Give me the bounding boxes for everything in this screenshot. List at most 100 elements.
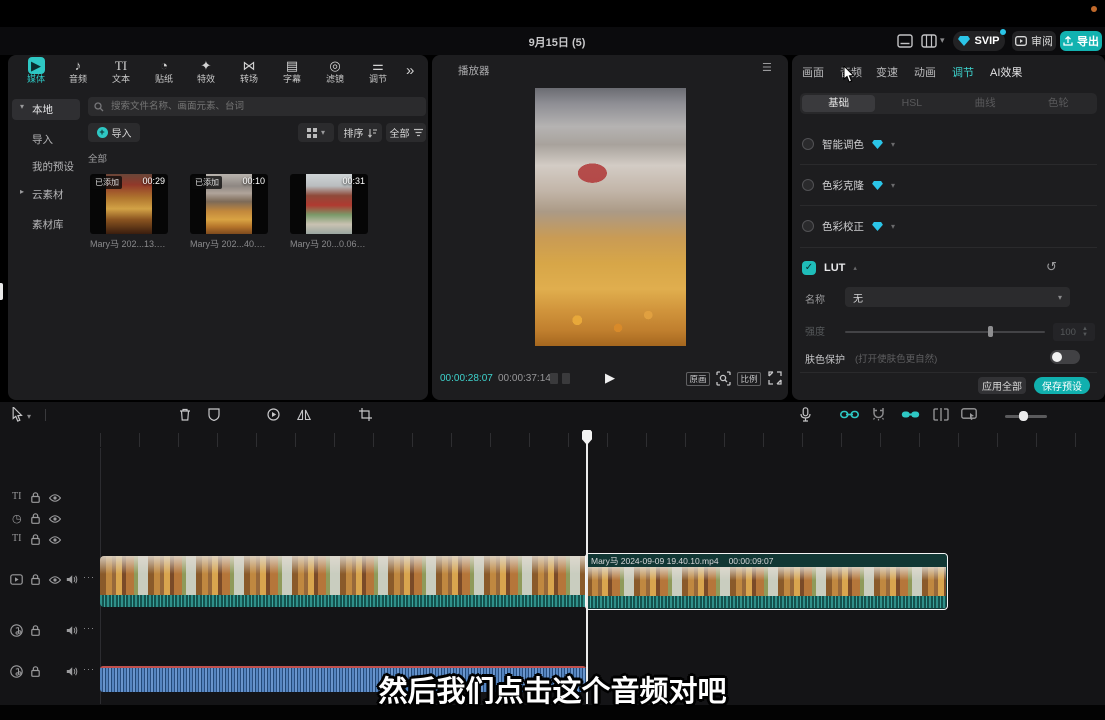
media-card[interactable]: 已添加 00:29 Mary马 202...13.01.mp4 (90, 174, 168, 248)
search-bar[interactable] (88, 97, 426, 116)
player-menu-icon[interactable]: ☰ (762, 61, 772, 74)
tool-filters[interactable]: ◎ 滤镜 (314, 57, 356, 89)
row-smart-color[interactable]: 智能调色 ▾ (802, 136, 1095, 152)
sidebar-item-my-presets[interactable]: 我的预设 (12, 156, 80, 177)
video-clip[interactable] (100, 556, 586, 607)
mirror-icon[interactable] (297, 408, 311, 421)
sidebar-item-import[interactable]: 导入 (12, 129, 80, 150)
timeline-zoom-knob[interactable] (1019, 411, 1028, 421)
tool-text[interactable]: TI 文本 (100, 57, 142, 89)
eye-icon[interactable] (49, 515, 61, 523)
lock-icon[interactable] (31, 492, 40, 503)
preview-axis-icon[interactable] (933, 408, 949, 421)
track-more-icon[interactable]: ··· (83, 623, 95, 633)
review-button[interactable]: 审阅 (1012, 31, 1056, 51)
caret-down-icon: ▾ (1058, 293, 1062, 302)
color-correction-toggle[interactable] (802, 220, 814, 232)
tab-picture[interactable]: 画面 (802, 64, 824, 80)
video-preview[interactable] (535, 88, 686, 346)
select-tool-icon[interactable] (12, 407, 24, 422)
tool-audio[interactable]: ♪ 音频 (57, 57, 99, 89)
lut-strength-slider-handle[interactable] (988, 326, 993, 337)
layout-caret-icon[interactable]: ▾ (940, 35, 945, 46)
fullscreen-icon[interactable] (768, 371, 782, 385)
lut-name-label: 名称 (805, 291, 825, 306)
focus-zoom-icon[interactable] (716, 371, 731, 386)
tool-captions[interactable]: ▤ 字幕 (271, 57, 313, 89)
tool-adjust[interactable]: ⚌ 调节 (357, 57, 399, 89)
subtab-curves[interactable]: 曲线 (949, 95, 1022, 112)
apply-all-button[interactable]: 应用全部 (978, 377, 1026, 394)
lut-reset-icon[interactable]: ↺ (1046, 259, 1057, 275)
auto-snap-icon[interactable] (871, 407, 886, 421)
save-preset-button[interactable]: 保存预设 (1034, 377, 1090, 394)
subtab-basic[interactable]: 基础 (802, 95, 875, 112)
tool-transitions[interactable]: ⋈ 转场 (228, 57, 270, 89)
tab-adjust[interactable]: 调节 (952, 64, 974, 80)
sidebar-item-library[interactable]: 素材库 (12, 214, 80, 235)
media-thumbnail: 已添加 00:29 (90, 174, 168, 234)
caret-down-icon: ▾ (891, 181, 895, 190)
tab-ai-effects[interactable]: AI效果 (990, 64, 1022, 80)
workspace-layout-icon[interactable] (921, 34, 937, 48)
skin-protect-toggle[interactable] (1050, 350, 1080, 364)
filters-icon: ◎ (314, 57, 356, 74)
subtab-hsl[interactable]: HSL (875, 95, 948, 112)
smart-color-toggle[interactable] (802, 138, 814, 150)
export-button[interactable]: 导出 (1060, 31, 1102, 51)
selected-video-clip[interactable]: Mary马 2024-09-09 19.40.10.mp4 00:00:09:0… (585, 553, 948, 610)
eye-icon[interactable] (49, 576, 61, 584)
lock-icon[interactable] (31, 534, 40, 545)
track-more-icon[interactable]: ··· (83, 572, 95, 582)
row-color-correction[interactable]: 色彩校正 ▾ (802, 218, 1095, 234)
main-track-magnet-icon[interactable] (840, 408, 859, 421)
lock-icon[interactable] (31, 574, 40, 585)
lock-icon[interactable] (31, 625, 40, 636)
lut-strength-value-box[interactable]: 100 ▲▼ (1053, 323, 1095, 341)
screen-preview-icon[interactable] (961, 408, 977, 421)
media-card[interactable]: 已添加 00:10 Mary马 202...40.10.mp4 (190, 174, 268, 248)
tab-animation[interactable]: 动画 (914, 64, 936, 80)
crop-icon[interactable] (359, 408, 372, 421)
more-tools-icon[interactable]: » (406, 62, 414, 79)
sort-button[interactable]: 排序 (338, 123, 382, 142)
stepper-icon[interactable]: ▲▼ (1082, 326, 1088, 338)
search-input[interactable] (109, 100, 409, 113)
eye-icon[interactable] (49, 494, 61, 502)
caret-down-icon: ▾ (891, 222, 895, 231)
subtab-color-wheel[interactable]: 色轮 (1022, 95, 1095, 112)
media-card[interactable]: 00:31 Mary马 20...0.06.mp4 (290, 174, 368, 248)
speaker-icon[interactable] (66, 574, 78, 585)
color-clone-toggle[interactable] (802, 179, 814, 191)
quality-button[interactable]: 原画 (686, 372, 710, 386)
sidebar-item-local[interactable]: ▾ 本地 (12, 99, 80, 120)
lut-checkbox[interactable]: ✓ (802, 261, 816, 275)
svip-notification-dot (1000, 29, 1006, 35)
tool-sticker[interactable]: ◔ 贴纸 (143, 57, 185, 89)
eye-icon[interactable] (49, 536, 61, 544)
timeline-ruler[interactable] (100, 433, 1105, 447)
import-button[interactable]: + 导入 (88, 123, 140, 142)
delete-icon[interactable] (179, 408, 191, 421)
tool-effects[interactable]: ✦ 特效 (185, 57, 227, 89)
lock-icon[interactable] (31, 513, 40, 524)
ratio-button[interactable]: 比例 (737, 372, 761, 386)
player-layout-icon[interactable] (897, 34, 913, 48)
record-voiceover-icon[interactable] (800, 407, 811, 422)
sidebar-item-cloud[interactable]: ▸ 云素材 (12, 184, 80, 205)
playhead-line[interactable] (586, 442, 588, 704)
linkage-icon[interactable] (901, 408, 920, 421)
speed-icon[interactable] (267, 408, 280, 421)
select-tool-caret-icon[interactable]: ▾ (27, 408, 31, 426)
speaker-icon[interactable] (66, 625, 78, 636)
row-color-clone[interactable]: 色彩克隆 ▾ (802, 177, 1095, 193)
lut-name-select[interactable]: 无 ▾ (845, 287, 1070, 307)
filter-button[interactable]: 全部 (386, 123, 426, 142)
view-mode-selector[interactable]: ▾ (298, 123, 334, 142)
lut-strength-slider[interactable] (845, 331, 1045, 333)
play-button[interactable]: ▶ (605, 370, 615, 386)
tool-media[interactable]: ▶ 媒体 (15, 57, 57, 89)
mask-icon[interactable] (208, 408, 220, 421)
svip-button[interactable]: SVIP (953, 31, 1005, 51)
tab-speed[interactable]: 变速 (876, 64, 898, 80)
